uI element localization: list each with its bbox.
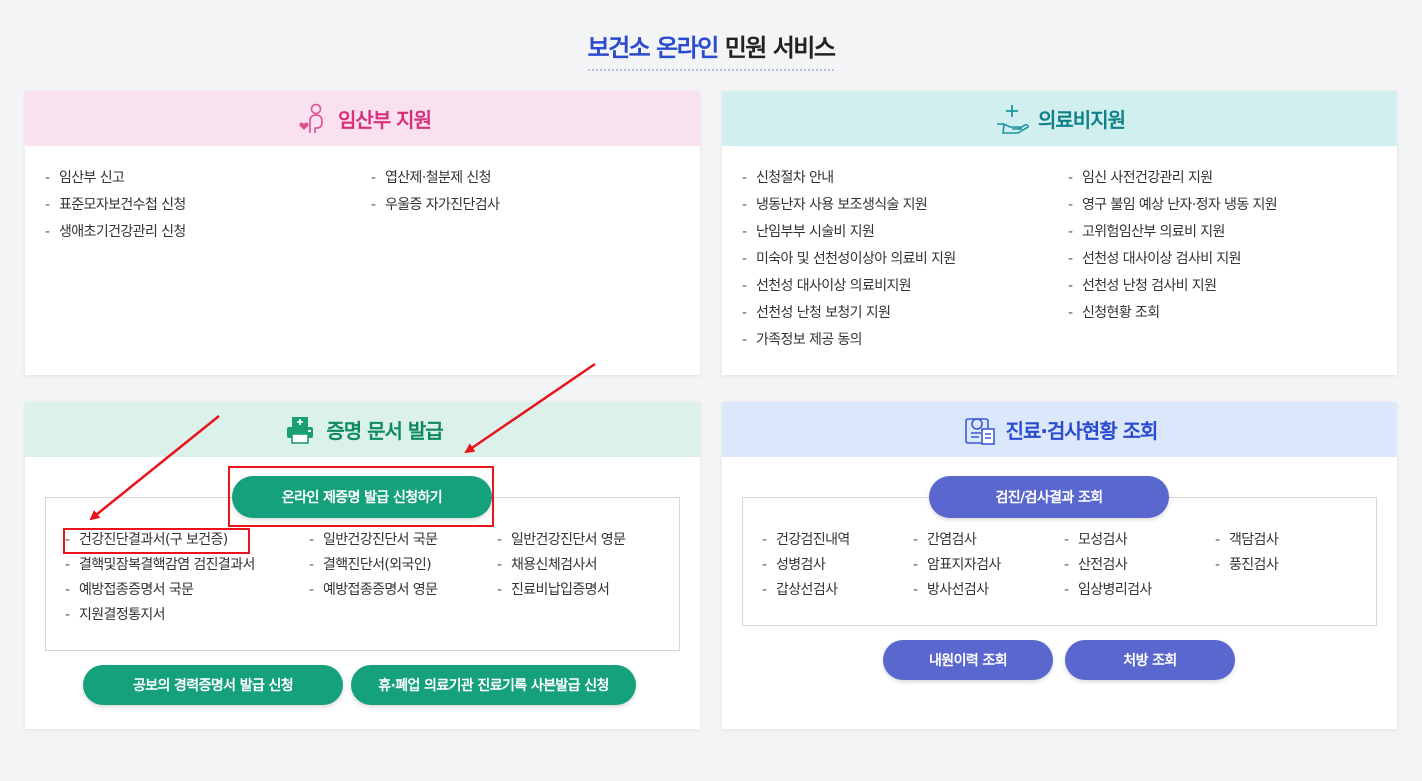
list-item[interactable]: 채용신체검사서	[497, 555, 625, 580]
cert-list-col3: 일반건강진단서 영문 채용신체검사서 진료비납입증명서	[497, 530, 626, 605]
list-item[interactable]: 방사선검사	[913, 580, 1001, 605]
pregnant-support-title: 임산부 지원	[338, 108, 432, 132]
list-item[interactable]: 건강진단결과서(구 보건증)	[65, 530, 255, 555]
medical-expense-title: 의료비지원	[1038, 108, 1126, 132]
list-item[interactable]: 모성검사	[1064, 530, 1152, 555]
certificate-issuance-card: 증명 문서 발급 온라인 제증명 발급 신청하기 건강진단결과서(구 보건증) …	[25, 402, 700, 729]
list-item[interactable]: 결핵진단서(외국인)	[309, 555, 437, 580]
visit-history-button[interactable]: 내원이력 조회	[883, 640, 1053, 680]
pregnant-support-card: 임산부 지원 임산부 신고 표준모자보건수첩 신청 생애초기건강관리 신청 엽산…	[25, 91, 700, 375]
certificate-issuance-header: 증명 문서 발급	[25, 402, 700, 457]
list-item[interactable]: 생애초기건강관리 신청	[45, 222, 186, 249]
list-item[interactable]: 간염검사	[913, 530, 1001, 555]
medical-list-col1: 신청절차 안내 냉동난자 사용 보조생식술 지원 난임부부 시술비 지원 미숙아…	[742, 168, 956, 357]
list-item[interactable]: 예방접종증명서 영문	[309, 580, 438, 605]
medical-list-col2: 임신 사전건강관리 지원 영구 불임 예상 난자·정자 냉동 지원 고위험임산부…	[1068, 168, 1278, 330]
list-item[interactable]: 우울증 자가진단검사	[371, 195, 500, 222]
list-item[interactable]: 임산부 신고	[45, 168, 186, 195]
exam-list-col2: 간염검사 암표지자검사 방사선검사	[913, 530, 1001, 605]
list-item[interactable]: 영구 불임 예상 난자·정자 냉동 지원	[1068, 195, 1278, 222]
list-item[interactable]: 냉동난자 사용 보조생식술 지원	[742, 195, 956, 222]
list-item[interactable]: 고위험임산부 의료비 지원	[1068, 222, 1277, 249]
pregnant-list-col2: 엽산제·철분제 신청 우울증 자가진단검사	[371, 168, 500, 222]
list-item[interactable]: 결핵및잠복결핵감염 검진결과서	[65, 555, 255, 580]
certificate-issuance-title: 증명 문서 발급	[326, 419, 443, 443]
prescription-lookup-button[interactable]: 처방 조회	[1065, 640, 1235, 680]
pregnant-support-header: 임산부 지원	[25, 91, 700, 146]
career-certificate-apply-button[interactable]: 공보의 경력증명서 발급 신청	[83, 665, 343, 705]
page-title-rest: 민원 서비스	[717, 34, 836, 62]
hand-plus-icon	[994, 101, 1030, 137]
printer-icon	[282, 412, 318, 448]
list-item[interactable]: 신청현황 조회	[1068, 303, 1277, 330]
exam-list-col3: 모성검사 산전검사 임상병리검사	[1064, 530, 1152, 605]
exam-status-title: 진료·검사현황 조회	[1005, 419, 1159, 443]
list-item[interactable]: 임신 사전건강관리 지원	[1068, 168, 1277, 195]
exam-list-col1: 건강검진내역 성병검사 갑상선검사	[762, 530, 850, 605]
list-item[interactable]: 선천성 난청 검사비 지원	[1068, 276, 1277, 303]
pregnant-list-col1: 임산부 신고 표준모자보건수첩 신청 생애초기건강관리 신청	[45, 168, 186, 249]
list-item[interactable]: 지원결정통지서	[65, 605, 255, 630]
list-item[interactable]: 임상병리검사	[1064, 580, 1152, 605]
list-item[interactable]: 미숙아 및 선천성이상아 의료비 지원	[742, 249, 956, 276]
list-item[interactable]: 객담검사	[1215, 530, 1279, 555]
exam-results-lookup-button[interactable]: 검진/검사결과 조회	[929, 476, 1169, 518]
list-item[interactable]: 건강검진내역	[762, 530, 850, 555]
list-item[interactable]: 난임부부 시술비 지원	[742, 222, 956, 249]
page-title-highlight: 보건소 온라인	[587, 34, 720, 62]
exam-status-card: 진료·검사현황 조회 검진/검사결과 조회 건강검진내역 성병검사 갑상선검사 …	[722, 402, 1397, 729]
cert-list-col2: 일반건강진단서 국문 결핵진단서(외국인) 예방접종증명서 영문	[309, 530, 438, 605]
list-item[interactable]: 신청절차 안내	[742, 168, 956, 195]
medical-expense-header: 의료비지원	[722, 91, 1397, 146]
online-certificate-apply-button[interactable]: 온라인 제증명 발급 신청하기	[232, 476, 492, 518]
list-item[interactable]: 선천성 난청 보청기 지원	[742, 303, 956, 330]
page-title: 보건소 온라인 민원 서비스	[587, 28, 836, 71]
list-item[interactable]: 갑상선검사	[762, 580, 850, 605]
medical-expense-card: 의료비지원 신청절차 안내 냉동난자 사용 보조생식술 지원 난임부부 시술비 …	[722, 91, 1397, 375]
list-item[interactable]: 표준모자보건수첩 신청	[45, 195, 186, 222]
exam-status-header: 진료·검사현황 조회	[722, 402, 1397, 457]
list-item[interactable]: 일반건강진단서 영문	[497, 530, 626, 555]
list-item[interactable]: 산전검사	[1064, 555, 1152, 580]
list-item[interactable]: 일반건강진단서 국문	[309, 530, 438, 555]
list-item[interactable]: 암표지자검사	[913, 555, 1001, 580]
list-item[interactable]: 진료비납입증명서	[497, 580, 625, 605]
list-item[interactable]: 예방접종증명서 국문	[65, 580, 255, 605]
list-item[interactable]: 풍진검사	[1215, 555, 1279, 580]
closed-clinic-records-apply-button[interactable]: 휴·폐업 의료기관 진료기록 사본발급 신청	[351, 665, 636, 705]
exam-list-col4: 객담검사 풍진검사	[1215, 530, 1279, 580]
list-item[interactable]: 엽산제·철분제 신청	[371, 168, 499, 195]
list-item[interactable]: 가족정보 제공 동의	[742, 330, 956, 357]
list-item[interactable]: 선천성 대사이상 검사비 지원	[1068, 249, 1277, 276]
medical-report-icon	[962, 412, 998, 448]
cert-list-col1: 건강진단결과서(구 보건증) 결핵및잠복결핵감염 검진결과서 예방접종증명서 국…	[65, 530, 255, 630]
pregnant-woman-icon	[294, 101, 330, 137]
list-item[interactable]: 선천성 대사이상 의료비지원	[742, 276, 956, 303]
list-item[interactable]: 성병검사	[762, 555, 850, 580]
page-title-wrap: 보건소 온라인 민원 서비스	[0, 28, 1422, 71]
